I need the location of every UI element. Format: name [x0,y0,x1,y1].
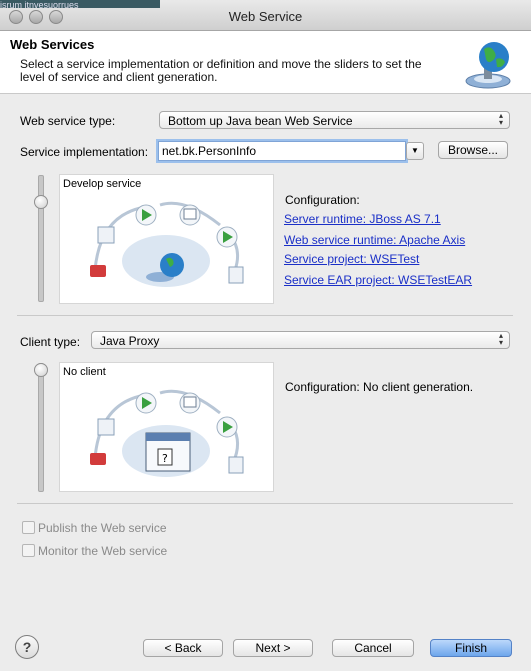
client-level-slider[interactable] [38,363,44,492]
background-window-text: jsrum jtnvesuorrues [0,0,79,8]
back-button[interactable]: < Back [143,639,223,657]
develop-service-diagram-icon [90,201,244,287]
no-client-diagram-icon: ? [90,389,244,477]
client-type-select[interactable]: Java Proxy ▴ ▾ [91,331,510,349]
server-runtime-link[interactable]: Server runtime: JBoss AS 7.1 [284,212,441,226]
publish-web-service-label: Publish the Web service [38,521,167,535]
service-level-label: Develop service [63,178,142,190]
client-type-label: Client type: [20,335,81,349]
service-level-slider-knob[interactable] [34,195,48,209]
cancel-button[interactable]: Cancel [332,639,414,657]
section-divider [17,315,513,316]
select-arrows-icon: ▴ ▾ [498,111,503,127]
service-ear-project-link[interactable]: Service EAR project: WSETestEAR [284,273,472,287]
next-button[interactable]: Next > [233,639,313,657]
help-button[interactable]: ? [15,635,39,659]
web-services-globe-icon [465,42,511,89]
web-service-type-label: Web service type: [20,114,116,128]
service-level-preview: Develop service [59,174,274,304]
monitor-web-service-checkbox[interactable] [22,544,35,557]
publish-web-service-checkbox[interactable] [22,521,35,534]
page-description: Select a service implementation or defin… [20,57,422,84]
service-project-link[interactable]: Service project: WSETest [284,252,419,266]
client-type-value: Java Proxy [100,334,160,348]
title-bar[interactable]: jsrum jtnvesuorrues Web Service [0,0,531,31]
service-implementation-dropdown[interactable]: ▼ [406,142,424,160]
wizard-header: Web Services Select a service implementa… [0,31,531,94]
web-service-dialog: jsrum jtnvesuorrues Web Service Web Serv… [0,0,531,671]
section-divider [17,503,513,504]
svg-text:?: ? [162,452,168,465]
client-configuration-text: Configuration: No client generation. [285,380,474,394]
browse-button[interactable]: Browse... [438,141,508,159]
monitor-web-service-label: Monitor the Web service [38,544,168,558]
service-implementation-input[interactable]: net.bk.PersonInfo [158,141,406,161]
finish-button[interactable]: Finish [430,639,512,657]
background-window-strip: jsrum jtnvesuorrues [0,0,160,8]
client-level-preview: No client ? [59,362,274,492]
window-title: Web Service [228,9,303,24]
client-level-slider-knob[interactable] [34,363,48,377]
service-implementation-label: Service implementation: [20,145,149,159]
chevron-down-icon: ▼ [411,146,419,155]
select-arrows-icon: ▴ ▾ [498,331,503,347]
client-level-label: No client [63,366,106,378]
web-service-runtime-link[interactable]: Web service runtime: Apache Axis [284,233,465,247]
page-title: Web Services [10,37,95,52]
web-service-type-select[interactable]: Bottom up Java bean Web Service ▴ ▾ [159,111,510,129]
service-configuration-heading: Configuration: [285,193,360,207]
web-service-type-value: Bottom up Java bean Web Service [168,114,353,128]
